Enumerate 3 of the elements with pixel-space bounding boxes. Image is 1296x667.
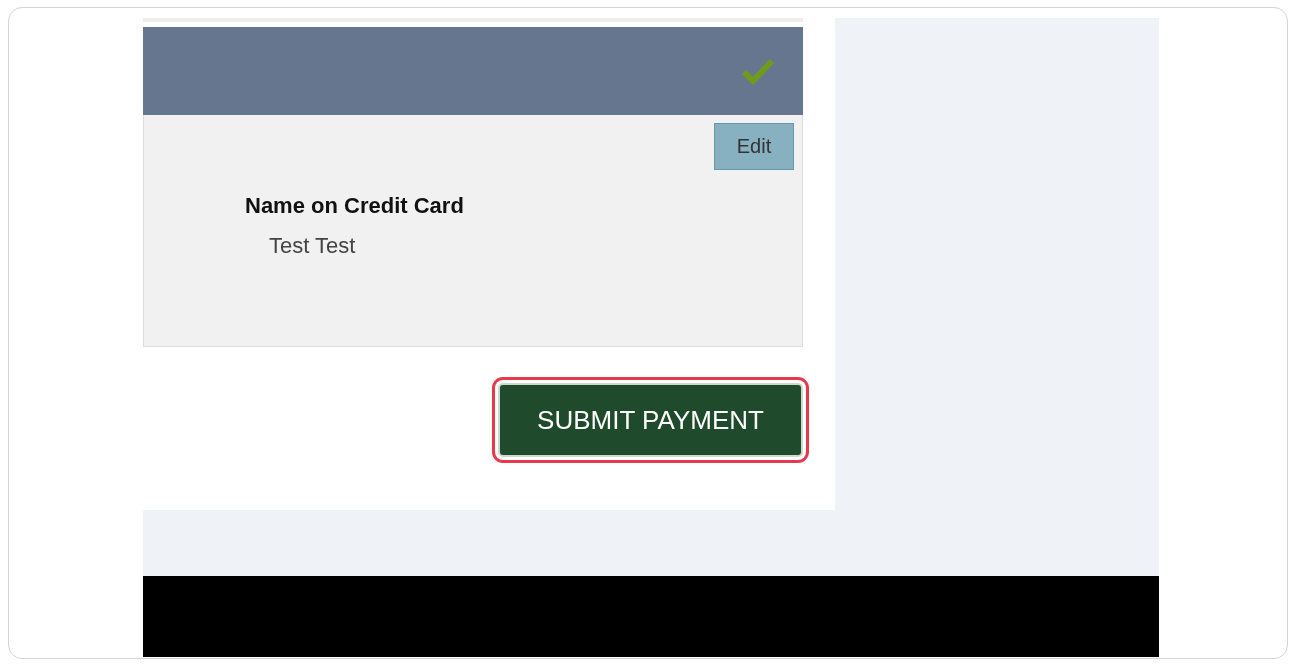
edit-button[interactable]: Edit — [714, 123, 794, 170]
field-value: Test Test — [269, 233, 356, 259]
field-label: Name on Credit Card — [245, 193, 464, 219]
